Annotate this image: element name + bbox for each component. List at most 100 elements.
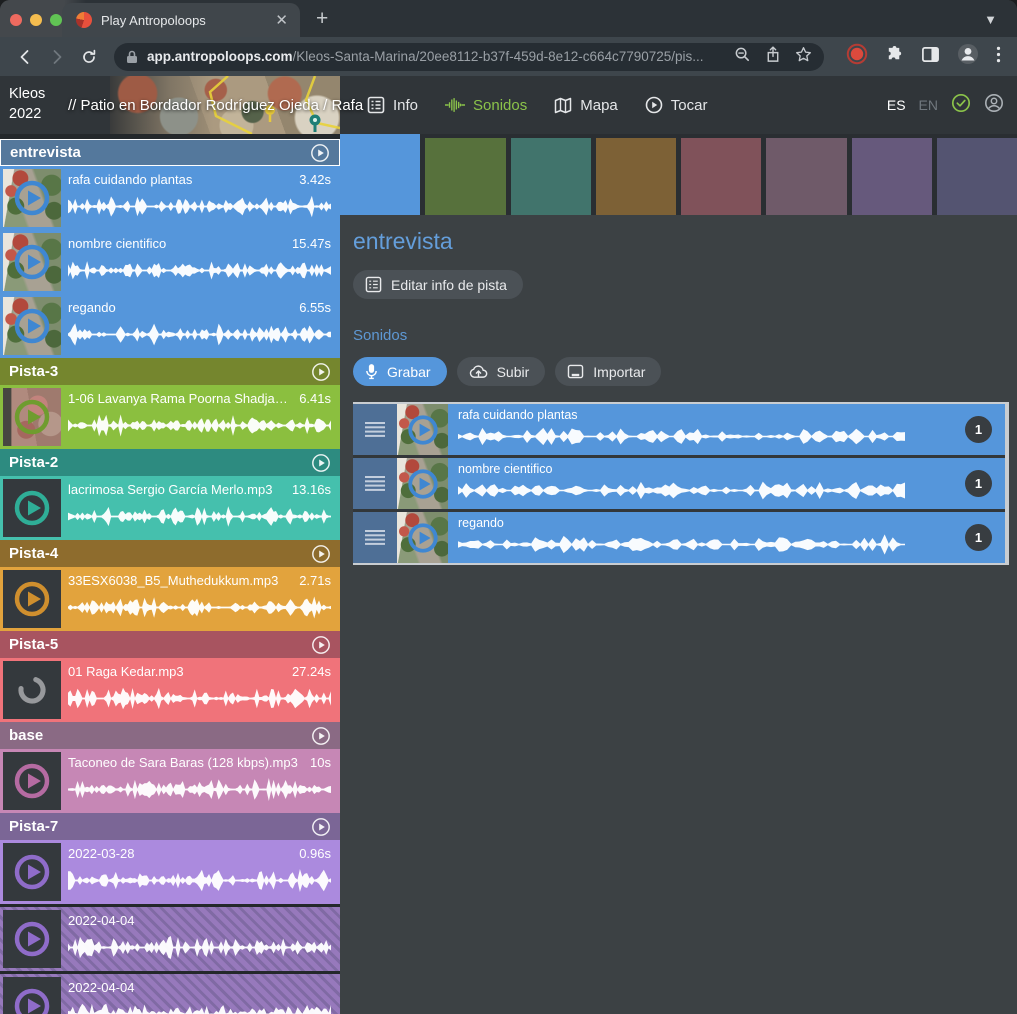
play-overlay-icon[interactable] <box>406 413 440 447</box>
track-header-pista-7[interactable]: Pista-7 <box>0 813 340 840</box>
play-overlay-icon[interactable] <box>406 467 440 501</box>
panel-sound-row[interactable]: regando1 <box>353 512 1005 563</box>
project-name[interactable]: Kleos 2022 <box>0 85 71 124</box>
track-swatch-1-selected[interactable] <box>340 134 420 215</box>
macos-traffic-lights[interactable] <box>0 14 62 37</box>
tab-search-chevron-icon[interactable]: ▼ <box>984 12 997 27</box>
side-panel-icon[interactable] <box>921 45 940 69</box>
sound-thumbnail[interactable] <box>397 458 448 509</box>
track-header-entrevista[interactable]: entrevista <box>0 139 340 166</box>
drag-handle-icon[interactable] <box>353 458 397 509</box>
sound-thumbnail[interactable] <box>397 404 448 455</box>
sound-item[interactable]: lacrimosa Sergio García Merlo.mp313.16s <box>0 476 340 540</box>
play-overlay-icon[interactable] <box>12 306 52 346</box>
lock-icon[interactable] <box>126 50 138 64</box>
tab-sonidos[interactable]: Sonidos <box>445 97 527 114</box>
back-button[interactable] <box>12 44 38 70</box>
sound-item[interactable]: 1-06 Lavanya Rama Poorna Shadjam Rupak..… <box>0 385 340 449</box>
sound-thumbnail[interactable] <box>3 977 61 1014</box>
edit-track-info-button[interactable]: Editar info de pista <box>353 270 523 299</box>
sound-item[interactable]: rafa cuidando plantas3.42s <box>0 166 340 230</box>
minimize-window-icon[interactable] <box>30 14 42 26</box>
track-play-icon[interactable] <box>311 726 331 746</box>
track-swatch-2[interactable] <box>425 138 505 215</box>
browser-tab[interactable]: Play Antropoloops ✕ <box>62 3 300 37</box>
play-overlay-icon[interactable] <box>12 986 52 1014</box>
drag-handle-icon[interactable] <box>353 512 397 563</box>
zoom-page-icon[interactable] <box>734 46 751 68</box>
sync-check-icon[interactable] <box>951 93 971 118</box>
sound-thumbnail[interactable] <box>397 512 448 563</box>
play-overlay-icon[interactable] <box>12 919 52 959</box>
import-button[interactable]: Importar <box>555 357 661 386</box>
track-swatch-6[interactable] <box>766 138 846 215</box>
sound-thumbnail[interactable] <box>3 843 61 901</box>
sound-item[interactable]: nombre cientifico15.47s <box>0 230 340 294</box>
track-play-icon[interactable] <box>311 544 331 564</box>
play-overlay-icon[interactable] <box>12 488 52 528</box>
play-overlay-icon[interactable] <box>12 178 52 218</box>
bookmark-star-icon[interactable] <box>795 46 812 68</box>
record-button[interactable]: Grabar <box>353 357 447 386</box>
account-icon[interactable] <box>984 93 1004 118</box>
sound-thumbnail[interactable] <box>3 661 61 719</box>
zoom-window-icon[interactable] <box>50 14 62 26</box>
sound-item[interactable]: 2022-04-04 <box>0 907 340 971</box>
tab-mapa[interactable]: Mapa <box>554 97 618 114</box>
tab-tocar[interactable]: Tocar <box>645 96 708 114</box>
sound-thumbnail[interactable] <box>3 910 61 968</box>
lang-es-button[interactable]: ES <box>887 97 906 113</box>
play-overlay-icon[interactable] <box>12 397 52 437</box>
forward-button[interactable] <box>44 44 70 70</box>
extensions-puzzle-icon[interactable] <box>885 45 904 69</box>
drag-handle-icon[interactable] <box>353 404 397 455</box>
sound-thumbnail[interactable] <box>3 479 61 537</box>
tab-info[interactable]: Info <box>367 96 418 114</box>
tab-close-icon[interactable]: ✕ <box>273 11 290 29</box>
track-header-pista-5[interactable]: Pista-5 <box>0 631 340 658</box>
play-overlay-icon[interactable] <box>12 579 52 619</box>
track-swatch-7[interactable] <box>852 138 932 215</box>
sound-thumbnail[interactable] <box>3 388 61 446</box>
panel-sound-row[interactable]: nombre cientifico1 <box>353 458 1005 509</box>
sound-thumbnail[interactable] <box>3 752 61 810</box>
profile-avatar-icon[interactable] <box>957 43 979 70</box>
track-play-icon[interactable] <box>311 362 331 382</box>
track-play-icon[interactable] <box>311 635 331 655</box>
sound-item[interactable]: 01 Raga Kedar.mp327.24s <box>0 658 340 722</box>
track-header-pista-3[interactable]: Pista-3 <box>0 358 340 385</box>
sound-item[interactable]: Taconeo de Sara Baras (128 kbps).mp310s <box>0 749 340 813</box>
lang-en-button[interactable]: EN <box>919 97 938 113</box>
close-window-icon[interactable] <box>10 14 22 26</box>
track-play-icon[interactable] <box>311 453 331 473</box>
play-overlay-icon[interactable] <box>406 521 440 555</box>
track-play-icon[interactable] <box>311 817 331 837</box>
upload-button[interactable]: Subir <box>457 357 546 386</box>
track-swatch-3[interactable] <box>511 138 591 215</box>
sound-item[interactable]: 2022-03-280.96s <box>0 840 340 904</box>
play-overlay-icon[interactable] <box>12 242 52 282</box>
sound-item[interactable]: 33ESX6038_B5_Muthedukkum.mp32.71s <box>0 567 340 631</box>
play-overlay-icon[interactable] <box>12 852 52 892</box>
play-overlay-icon[interactable] <box>12 761 52 801</box>
share-icon[interactable] <box>765 46 781 68</box>
panel-sound-row[interactable]: rafa cuidando plantas1 <box>353 404 1005 455</box>
track-swatch-8[interactable] <box>937 138 1017 215</box>
sound-item[interactable]: regando6.55s <box>0 294 340 358</box>
track-swatch-4[interactable] <box>596 138 676 215</box>
track-header-pista-4[interactable]: Pista-4 <box>0 540 340 567</box>
sound-thumbnail[interactable] <box>3 233 61 291</box>
track-play-icon[interactable] <box>310 143 330 163</box>
track-header-base[interactable]: base <box>0 722 340 749</box>
address-bar[interactable]: app.antropoloops.com /Kleos-Santa-Marina… <box>114 43 824 71</box>
track-header-pista-2[interactable]: Pista-2 <box>0 449 340 476</box>
sound-thumbnail[interactable] <box>3 297 61 355</box>
reload-button[interactable] <box>76 44 102 70</box>
new-tab-button[interactable]: + <box>316 7 328 31</box>
browser-menu-kebab-icon[interactable] <box>996 46 1001 68</box>
track-swatch-5[interactable] <box>681 138 761 215</box>
sound-item[interactable]: 2022-04-04 <box>0 974 340 1014</box>
record-extension-icon[interactable] <box>846 43 868 70</box>
sound-thumbnail[interactable] <box>3 570 61 628</box>
sound-thumbnail[interactable] <box>3 169 61 227</box>
